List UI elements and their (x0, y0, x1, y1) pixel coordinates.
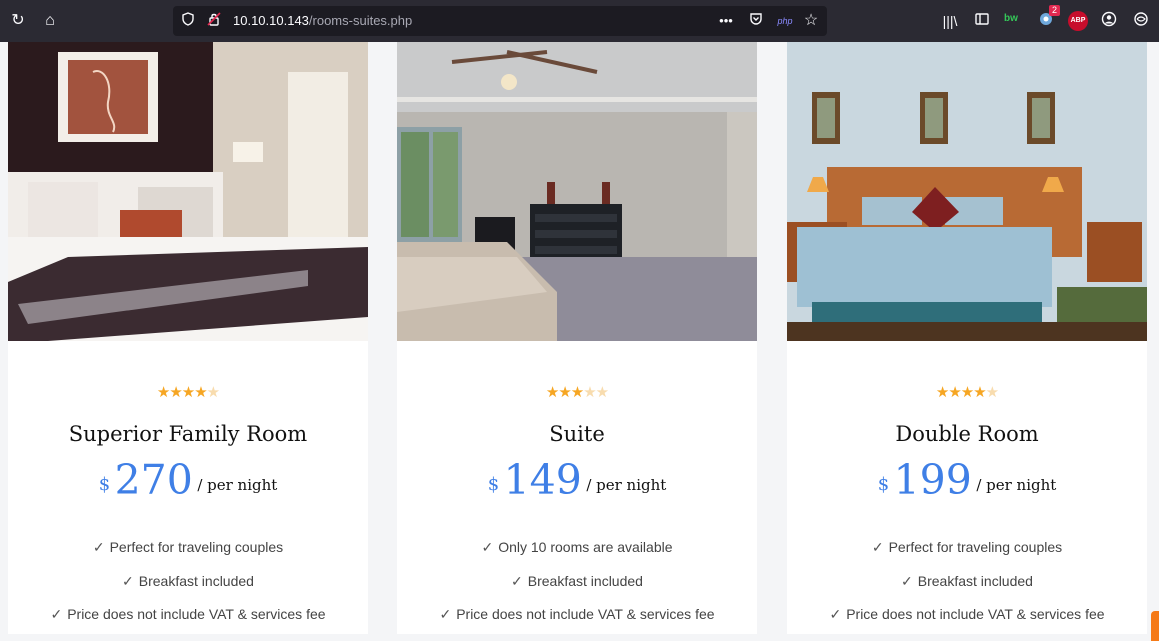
room-photo[interactable] (8, 42, 368, 341)
page-content: ★★★★★ Superior Family Room $ 270 / per n… (0, 42, 1159, 634)
price-currency: $ (877, 474, 890, 495)
star-icon: ★ (169, 384, 182, 401)
feature-list: ✓ Perfect for traveling couples ✓ Breakfas… (8, 537, 368, 634)
feature-text: Price does not include VAT & services fe… (846, 606, 1105, 622)
star-empty-icon: ★ (583, 384, 596, 401)
feature-item: ✓ Price does not include VAT & services f… (397, 604, 757, 634)
feature-text: Price does not include VAT & services fe… (67, 606, 326, 622)
feature-item: ✓ Breakfast included (397, 571, 757, 605)
insecure-lock-icon[interactable] (205, 12, 223, 30)
check-icon: ✓ (439, 606, 452, 622)
feature-text: Perfect for traveling couples (109, 539, 284, 555)
price-currency: $ (98, 474, 111, 495)
room-name[interactable]: Suite (397, 422, 757, 446)
url-host: 10.10.10.143 (233, 13, 309, 28)
room-card[interactable]: ★★★★★ Superior Family Room $ 270 / per n… (8, 42, 368, 634)
rating-stars: ★★★★★ (787, 383, 1147, 401)
feature-list: ✓ Perfect for traveling couples ✓ Breakfas… (787, 537, 1147, 634)
room-card[interactable]: ★★★★★ Double Room $ 199 / per night ✓ Per… (787, 42, 1147, 634)
shield-icon[interactable] (179, 12, 197, 30)
extension-icon[interactable]: 2 (1036, 5, 1060, 31)
room-price: $ 270 / per night (8, 456, 368, 504)
scroll-tab[interactable] (1151, 611, 1159, 641)
sidebar-icon[interactable] (972, 11, 992, 31)
star-icon: ★ (194, 384, 207, 401)
feature-text: Only 10 rooms are available (498, 539, 673, 555)
check-icon: ✓ (829, 606, 842, 622)
feature-text: Breakfast included (917, 572, 1033, 589)
feature-text: Breakfast included (527, 572, 643, 589)
star-icon: ★ (181, 384, 195, 401)
url-path: /rooms-suites.php (308, 13, 413, 28)
price-currency: $ (487, 474, 500, 495)
feature-list: ✓ Only 10 rooms are available ✓ Breakfast … (397, 537, 757, 634)
library-icon[interactable]: |||\ (940, 11, 960, 31)
extension-badge: 2 (1048, 5, 1060, 16)
star-icon: ★ (558, 384, 571, 401)
rating-stars: ★★★★★ (397, 383, 757, 401)
menu-icon[interactable] (1131, 11, 1151, 31)
star-icon: ★ (156, 384, 170, 401)
check-icon: ✓ (92, 539, 105, 555)
more-actions-icon[interactable]: ••• (717, 12, 735, 30)
price-unit: / per night (586, 476, 667, 494)
browser-toolbar: ↻ ⌂ 10.10.10.143/rooms-suites.php ••• ph… (0, 0, 1159, 43)
room-price: $ 149 / per night (397, 456, 757, 504)
url-bar[interactable]: 10.10.10.143/rooms-suites.php ••• php ☆ (173, 6, 827, 36)
star-empty-icon: ★ (206, 384, 220, 401)
feature-text: Perfect for traveling couples (888, 539, 1063, 555)
star-empty-icon: ★ (985, 384, 999, 401)
feature-item: ✓ Price does not include VAT & services f… (8, 604, 368, 634)
php-extension-icon[interactable]: php (773, 12, 797, 30)
room-card[interactable]: ★★★★★ Suite $ 149 / per night ✓ Only 10 r… (397, 42, 757, 634)
account-icon[interactable] (1099, 11, 1119, 31)
star-icon: ★ (570, 384, 584, 401)
feature-item: ✓ Only 10 rooms are available (397, 537, 757, 571)
star-icon: ★ (545, 384, 559, 401)
check-icon: ✓ (871, 539, 884, 555)
feature-item: ✓ Perfect for traveling couples (787, 537, 1147, 571)
check-icon: ✓ (901, 572, 913, 589)
reload-icon[interactable]: ↻ (8, 11, 28, 31)
feature-item: ✓ Perfect for traveling couples (8, 537, 368, 571)
feature-item: ✓ Breakfast included (8, 571, 368, 605)
price-amount: 199 (893, 456, 972, 504)
bookmark-star-icon[interactable]: ☆ (802, 12, 820, 30)
feature-item: ✓ Price does not include VAT & services f… (787, 604, 1147, 634)
room-photo[interactable] (787, 42, 1147, 341)
star-icon: ★ (948, 384, 961, 401)
star-icon: ★ (935, 384, 949, 401)
room-name[interactable]: Superior Family Room (8, 422, 368, 446)
check-icon: ✓ (481, 539, 494, 555)
check-icon: ✓ (511, 572, 523, 589)
price-unit: / per night (976, 476, 1057, 494)
home-icon[interactable]: ⌂ (40, 11, 60, 31)
rating-stars: ★★★★★ (8, 383, 368, 401)
price-amount: 149 (503, 456, 582, 504)
pocket-icon[interactable] (747, 12, 765, 30)
star-icon: ★ (973, 384, 986, 401)
star-empty-icon: ★ (595, 384, 609, 401)
price-amount: 270 (114, 456, 193, 504)
star-icon: ★ (960, 384, 974, 401)
price-unit: / per night (197, 476, 278, 494)
feature-text: Breakfast included (138, 572, 254, 589)
check-icon: ✓ (122, 572, 134, 589)
adblock-icon[interactable]: ABP (1068, 11, 1088, 31)
room-price: $ 199 / per night (787, 456, 1147, 504)
url-text[interactable]: 10.10.10.143/rooms-suites.php (233, 13, 412, 28)
bitwarden-icon[interactable]: bw (1004, 13, 1018, 24)
room-photo[interactable] (397, 42, 757, 341)
feature-text: Price does not include VAT & services fe… (456, 606, 715, 622)
check-icon: ✓ (50, 606, 63, 622)
feature-item: ✓ Breakfast included (787, 571, 1147, 605)
room-name[interactable]: Double Room (787, 422, 1147, 446)
